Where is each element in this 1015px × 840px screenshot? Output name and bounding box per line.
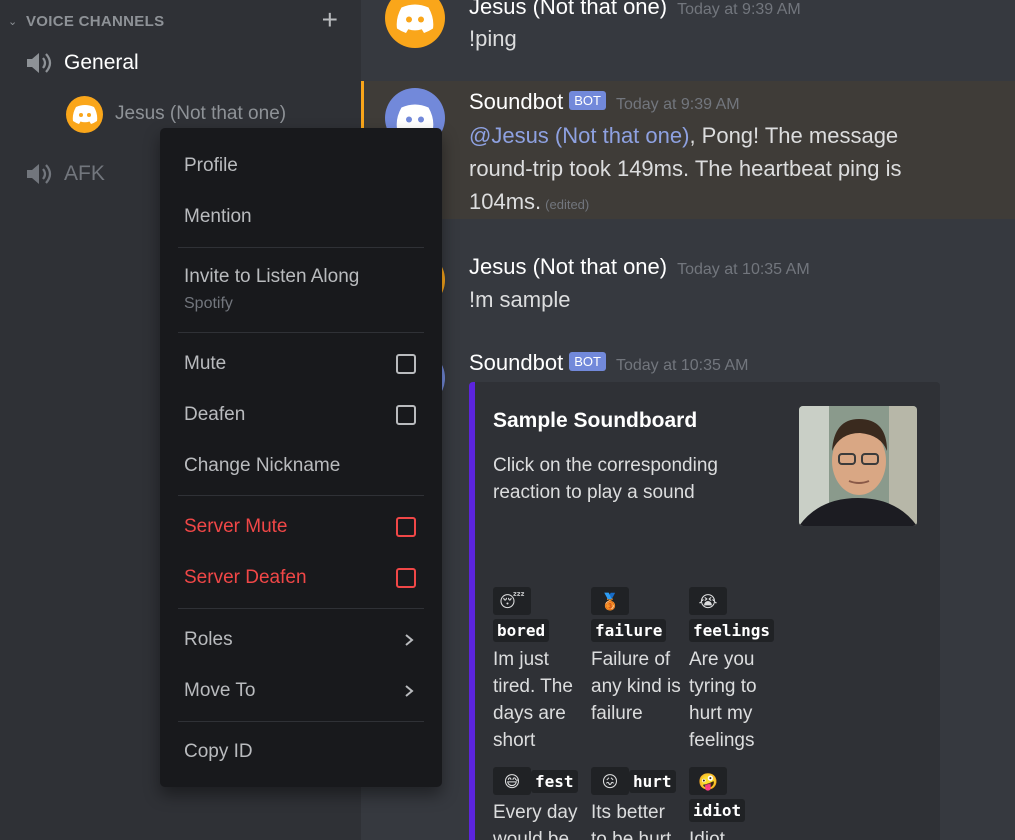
discord-logo-icon — [396, 4, 434, 33]
field-name: hurt — [629, 769, 676, 793]
channel-name: General — [64, 51, 139, 74]
confounded-emoji-icon: 😖 — [591, 767, 629, 795]
voice-channels-header[interactable]: ⌄ VOICE CHANNELS + — [8, 6, 338, 34]
field-name: idiot — [689, 799, 746, 822]
menu-item-move-to[interactable]: Move To — [184, 676, 416, 706]
bot-badge: BOT — [569, 352, 606, 371]
crying-emoji-icon: 😭 — [689, 587, 727, 615]
soundboard-embed: Sample Soundboard Click on the correspon… — [469, 382, 940, 840]
message: Jesus (Not that one) Today at 9:39 AM !pi… — [361, 0, 1015, 80]
message-timestamp: Today at 10:35 AM — [677, 261, 810, 278]
menu-item-mute[interactable]: Mute — [184, 349, 416, 379]
sound-field: 🥉 failure Failure of any kind is failure — [591, 587, 685, 727]
message-author[interactable]: Soundbot — [469, 89, 563, 114]
message: Soundbot BOT Today at 9:39 AM @Jesus (Not … — [361, 81, 1015, 219]
voice-channel-general[interactable]: General — [24, 46, 139, 80]
user-mention[interactable]: @Jesus (Not that one) — [469, 123, 689, 148]
menu-label: Mute — [184, 353, 227, 374]
sound-field: 😴 bored Im just tired. The days are shor… — [493, 587, 587, 754]
embed-thumbnail[interactable] — [799, 406, 917, 526]
menu-item-invite-listen-along[interactable]: Invite to Listen Along — [184, 262, 416, 292]
field-name: bored — [493, 619, 550, 642]
voice-member[interactable]: Jesus (Not that one) — [66, 95, 287, 133]
menu-item-copy-id[interactable]: Copy ID — [184, 737, 416, 767]
menu-label: Roles — [184, 629, 233, 650]
chevron-down-icon[interactable]: ⌄ — [8, 15, 26, 28]
menu-item-roles[interactable]: Roles — [184, 625, 416, 655]
member-name: Jesus (Not that one) — [115, 103, 287, 124]
field-description: Failure of any kind is failure — [591, 649, 681, 724]
menu-label: Server Mute — [184, 516, 288, 537]
field-name: feelings — [689, 619, 775, 642]
message: Jesus (Not that one) Today at 10:35 AM !m… — [361, 250, 1015, 330]
menu-label: Profile — [184, 155, 238, 176]
message-text: !m sample — [469, 287, 571, 312]
menu-item-sublabel: Spotify — [184, 295, 233, 312]
menu-label: Deafen — [184, 404, 246, 425]
menu-divider — [178, 332, 424, 333]
voice-channels-title: VOICE CHANNELS — [26, 12, 165, 30]
menu-label: Move To — [184, 680, 256, 701]
discord-logo-icon — [72, 105, 97, 124]
add-channel-icon[interactable]: + — [322, 6, 338, 34]
menu-label: Invite to Listen Along — [184, 266, 360, 287]
speaker-icon — [27, 53, 52, 73]
message-text: !ping — [469, 26, 517, 51]
menu-divider — [178, 721, 424, 722]
server-deafen-checkbox[interactable] — [396, 568, 416, 588]
menu-label: Change Nickname — [184, 455, 341, 476]
voice-channel-afk[interactable]: AFK — [24, 157, 105, 191]
server-mute-checkbox[interactable] — [396, 517, 416, 537]
menu-divider — [178, 608, 424, 609]
field-name: fest — [531, 769, 578, 793]
message-author[interactable]: Soundbot — [469, 350, 563, 375]
embed-title: Sample Soundboard — [493, 409, 698, 432]
sound-field: 😖 hurt Its better to be hurt — [591, 767, 685, 840]
field-description: Every day would be — [493, 802, 578, 840]
sound-field: 🤪 idiot Idiot — [689, 767, 783, 840]
menu-item-server-deafen[interactable]: Server Deafen — [184, 563, 416, 593]
mute-checkbox[interactable] — [396, 354, 416, 374]
bronze-medal-emoji-icon: 🥉 — [591, 587, 629, 615]
field-name: failure — [591, 619, 667, 642]
menu-item-server-mute[interactable]: Server Mute — [184, 512, 416, 542]
menu-divider — [178, 495, 424, 496]
edited-label: (edited) — [545, 197, 590, 212]
speaker-icon — [27, 164, 52, 184]
message-author[interactable]: Jesus (Not that one) — [469, 0, 667, 19]
sound-field: 😅 fest Every day would be — [493, 767, 587, 840]
menu-label: Mention — [184, 206, 252, 227]
embed-description: Click on the corresponding reaction to p… — [493, 455, 718, 503]
sound-field: 😭 feelings Are you tyring to hurt my fee… — [689, 587, 783, 754]
menu-item-mention[interactable]: Mention — [184, 202, 416, 232]
menu-item-change-nickname[interactable]: Change Nickname — [184, 451, 416, 481]
message-timestamp: Today at 9:39 AM — [677, 1, 801, 18]
menu-item-profile[interactable]: Profile — [184, 151, 416, 181]
sweat-smile-emoji-icon: 😅 — [493, 767, 531, 795]
user-context-menu: Profile Mention Invite to Listen Along S… — [160, 128, 442, 787]
zany-emoji-icon: 🤪 — [689, 767, 727, 795]
menu-label: Copy ID — [184, 741, 253, 762]
menu-item-deafen[interactable]: Deafen — [184, 400, 416, 430]
message-timestamp: Today at 9:39 AM — [615, 96, 740, 113]
message-timestamp: Today at 10:35 AM — [615, 357, 749, 374]
message-author[interactable]: Jesus (Not that one) — [469, 254, 667, 279]
field-description: Im just tired. The days are short — [493, 649, 573, 751]
bot-badge: BOT — [569, 91, 606, 110]
chevron-right-icon — [405, 685, 414, 697]
avatar[interactable] — [385, 0, 445, 48]
avatar[interactable] — [66, 95, 103, 133]
field-description: Idiot — [689, 829, 725, 840]
field-description: Are you tyring to hurt my feelings — [689, 649, 757, 751]
channel-name: AFK — [64, 162, 105, 185]
message-text: @Jesus (Not that one), Pong! The message… — [469, 119, 949, 221]
deafen-checkbox[interactable] — [396, 405, 416, 425]
chevron-right-icon — [405, 634, 414, 646]
menu-label: Server Deafen — [184, 567, 307, 588]
yawn-emoji-icon: 😴 — [493, 587, 531, 615]
field-description: Its better to be hurt — [591, 802, 672, 840]
thumbnail-image — [799, 406, 917, 526]
menu-divider — [178, 247, 424, 248]
